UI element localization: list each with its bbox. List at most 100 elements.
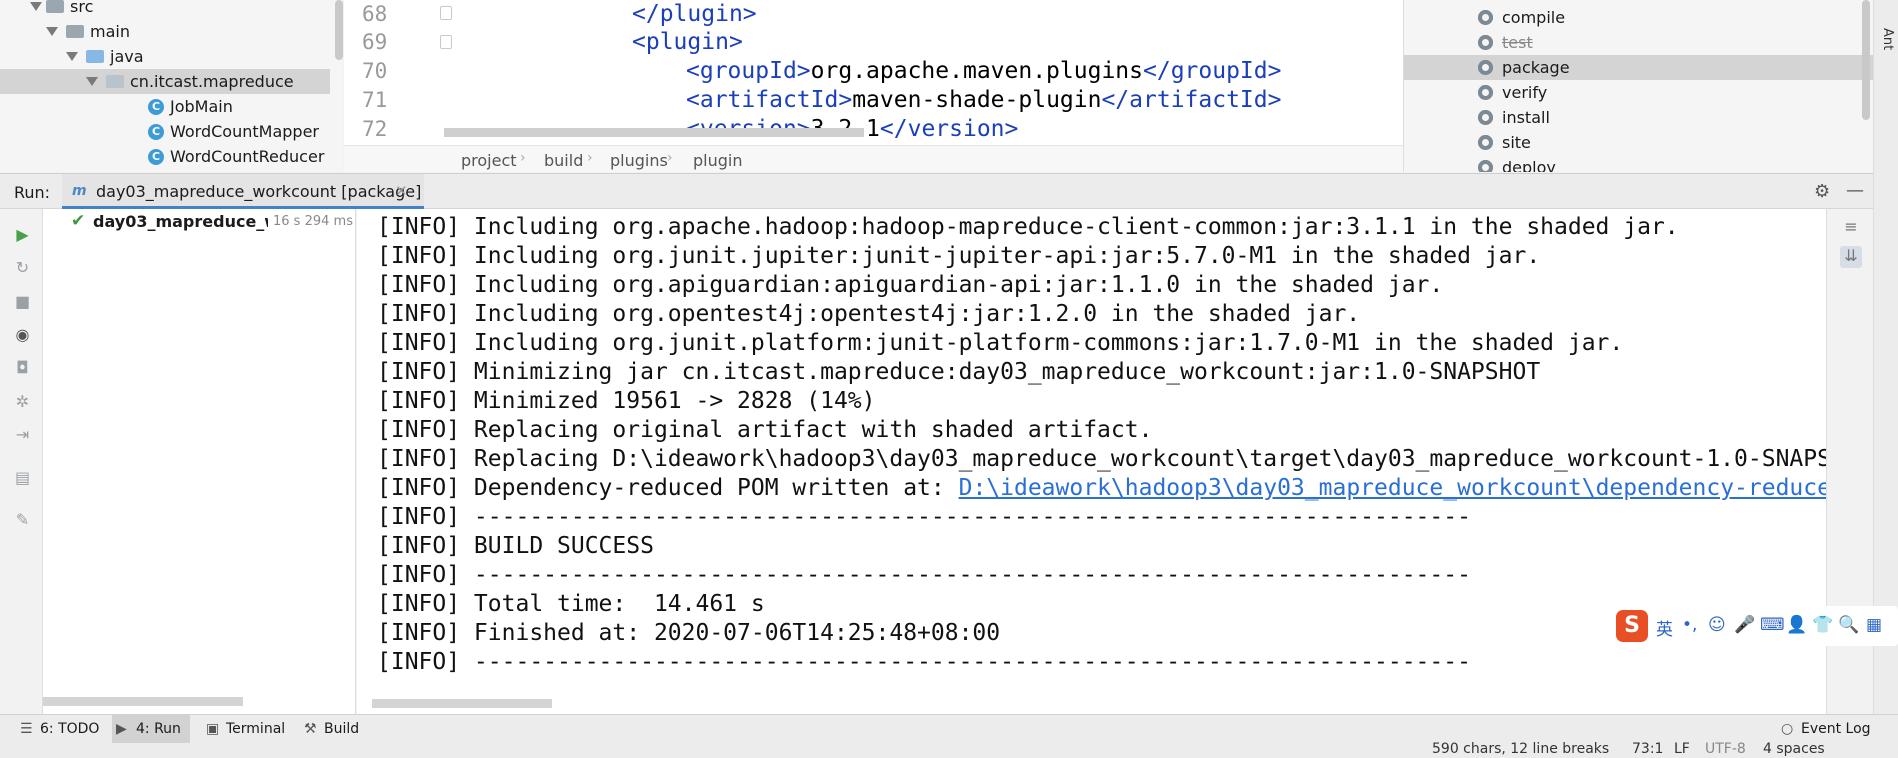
tag-bracket: > <box>728 29 743 55</box>
console-line: [INFO] Replacing original artifact with … <box>377 417 1153 443</box>
breadcrumb-item[interactable]: plugin <box>693 151 742 170</box>
gear-icon <box>1478 110 1493 125</box>
user-icon[interactable]: 👤 <box>1786 615 1807 635</box>
search-icon[interactable]: 🔍 <box>1838 615 1859 635</box>
editor-horizontal-scrollbar[interactable] <box>444 128 864 137</box>
event-log-tool-button[interactable]: ○ Event Log <box>1777 715 1871 744</box>
login-icon[interactable]: ⇥ <box>14 426 31 443</box>
scroll-to-end-icon[interactable]: ⇊ <box>1840 246 1862 268</box>
code-line: </plugin> <box>632 0 757 29</box>
console-line: [INFO] Including org.opentest4j:opentest… <box>377 301 1361 327</box>
tag-bracket: < <box>632 29 646 55</box>
maven-lifecycle-panel: compile test package verify install site… <box>1403 0 1873 172</box>
expand-arrow-icon[interactable] <box>66 52 78 61</box>
console-horizontal-scrollbar[interactable] <box>372 699 552 708</box>
line-number: 71 <box>362 88 388 112</box>
minimize-icon[interactable]: — <box>1846 180 1864 201</box>
console-line: [INFO] Minimized 19561 -> 2828 (14%) <box>377 388 876 414</box>
run-tree-scrollbar[interactable] <box>43 697 243 706</box>
run-config-tab[interactable]: m day03_mapreduce_workcount [package] ✕ <box>62 174 424 209</box>
tag-name: plugin <box>645 29 729 55</box>
chevron-right-icon: › <box>667 150 673 166</box>
terminal-label: Terminal <box>226 721 286 737</box>
maven-goal-test[interactable]: test <box>1404 30 1873 55</box>
caret-position[interactable]: 73:1 <box>1632 741 1663 757</box>
maven-icon: m <box>72 183 87 199</box>
line-number: 70 <box>362 59 388 83</box>
code-editor[interactable]: 68 69 70 71 72 </plugin> <plugin> <group… <box>344 0 1403 172</box>
tree-scrollbar[interactable] <box>335 0 343 60</box>
microphone-icon[interactable]: 🎤 <box>1734 615 1755 635</box>
terminal-tool-button[interactable]: ▣ Terminal <box>202 715 285 744</box>
run-label: 4: Run <box>136 721 181 737</box>
pom-file-link[interactable]: D:\ideawork\hadoop3\day03_mapreduce_work… <box>959 475 1831 501</box>
maven-goal-deploy[interactable]: deploy <box>1404 155 1873 172</box>
maven-goal-verify[interactable]: verify <box>1404 80 1873 105</box>
stop-icon[interactable]: ■ <box>14 293 31 310</box>
tree-item-label: java <box>110 47 144 66</box>
eye-icon[interactable]: ◉ <box>14 326 31 343</box>
maven-goal-label: deploy <box>1502 158 1556 172</box>
tree-item-mapper[interactable]: C WordCountMapper <box>0 119 330 144</box>
maven-scrollbar[interactable] <box>1862 0 1870 120</box>
run-tree-item[interactable]: day03_mapreduce_workcount <box>93 212 268 231</box>
pin-icon[interactable]: ✎ <box>14 511 31 528</box>
emoji-icon[interactable]: ☺ <box>1708 615 1726 635</box>
tag-name: artifactId <box>699 87 839 113</box>
indent-setting[interactable]: 4 spaces <box>1763 741 1825 757</box>
maven-goal-install[interactable]: install <box>1404 105 1873 130</box>
tree-item-label: WordCountMapper <box>170 122 319 141</box>
soft-wrap-icon[interactable]: ≡ <box>1840 217 1862 239</box>
fold-marker-icon[interactable] <box>440 35 452 49</box>
camera-icon[interactable]: ◘ <box>14 359 31 376</box>
tree-item-main[interactable]: main <box>0 19 330 44</box>
tag-bracket: > <box>796 58 811 84</box>
settings-gear-icon[interactable]: ⚙ <box>1814 181 1830 202</box>
language-toggle[interactable]: 英 <box>1656 615 1673 640</box>
class-icon: C <box>148 149 164 165</box>
console-line: [INFO] Finished at: 2020-07-06T14:25:48+… <box>377 620 1001 646</box>
tree-item-reducer[interactable]: C WordCountReducer <box>0 144 330 169</box>
maven-goal-label: install <box>1502 108 1550 127</box>
expand-arrow-icon[interactable] <box>46 27 58 36</box>
debug-icon[interactable]: ✲ <box>14 393 31 410</box>
file-encoding[interactable]: UTF-8 <box>1705 741 1746 757</box>
maven-goal-compile[interactable]: compile <box>1404 5 1873 30</box>
speech-bubble-icon: ○ <box>1781 721 1794 737</box>
tree-item-src[interactable]: src <box>0 0 330 19</box>
tag-bracket: > <box>838 87 853 113</box>
console-line-prefix: [INFO] Dependency-reduced POM written at… <box>377 475 959 501</box>
breadcrumb-item[interactable]: plugins <box>610 151 668 170</box>
todo-tool-button[interactable]: ☰ 6: TODO <box>16 715 99 744</box>
breadcrumb-item[interactable]: project <box>461 151 517 170</box>
tag-name: plugin <box>659 1 743 27</box>
close-icon[interactable]: ✕ <box>395 182 408 200</box>
tree-item-jobmain[interactable]: C JobMain <box>0 94 330 119</box>
run-results-tree: ✔ day03_mapreduce_workcount 16 s 294 ms <box>43 209 356 714</box>
rerun-icon[interactable]: ▶ <box>14 226 31 243</box>
punctuation-toggle[interactable]: •, <box>1682 615 1697 635</box>
grid-icon[interactable]: ▦ <box>1866 615 1882 635</box>
maven-goal-site[interactable]: site <box>1404 130 1873 155</box>
expand-arrow-icon[interactable] <box>30 2 42 11</box>
gear-icon <box>1478 60 1493 75</box>
ant-tool-tab[interactable]: Ant <box>1880 28 1895 50</box>
line-ending[interactable]: LF <box>1674 741 1690 757</box>
build-tool-button[interactable]: ⚒ Build <box>300 715 359 744</box>
rerun-failed-icon[interactable]: ↻ <box>14 259 31 276</box>
keyboard-icon[interactable]: ⌨ <box>1760 615 1785 635</box>
skin-icon[interactable]: 👕 <box>1812 615 1833 635</box>
expand-arrow-icon[interactable] <box>86 77 98 86</box>
tree-item-package[interactable]: cn.itcast.mapreduce <box>0 69 330 94</box>
line-number: 68 <box>362 2 388 26</box>
console-line: [INFO] Including org.junit.jupiter:junit… <box>377 243 1541 269</box>
fold-marker-icon[interactable] <box>440 6 452 20</box>
breadcrumb-item[interactable]: build <box>544 151 583 170</box>
list-icon: ☰ <box>20 721 33 737</box>
sogou-logo-icon[interactable]: S <box>1616 610 1648 642</box>
maven-goal-package[interactable]: package <box>1404 55 1873 80</box>
layout-icon[interactable]: ▤ <box>14 469 31 486</box>
todo-label: 6: TODO <box>40 721 100 737</box>
tree-item-java[interactable]: java <box>0 44 330 69</box>
run-tool-button[interactable]: ▶ 4: Run <box>112 715 190 744</box>
